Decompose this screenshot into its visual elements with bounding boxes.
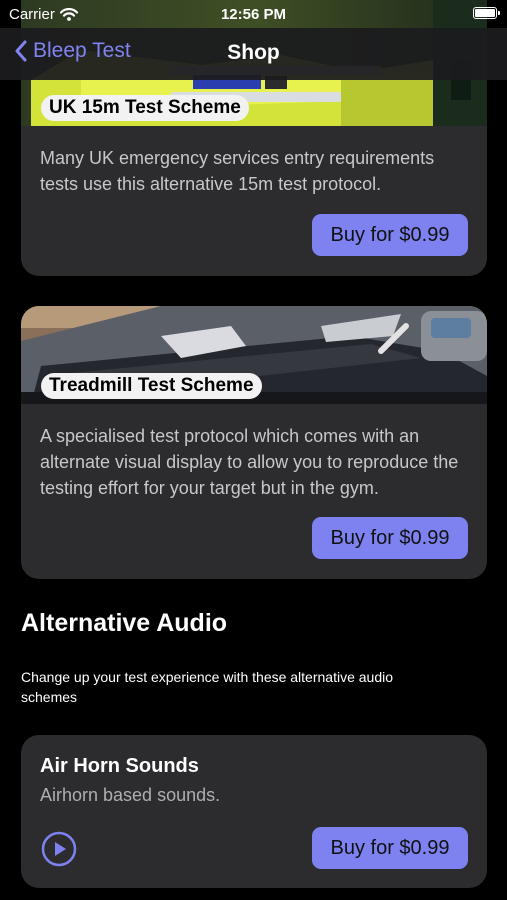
status-bar: Carrier 12:56 PM xyxy=(0,0,507,28)
page-title: Shop xyxy=(227,41,280,64)
battery-icon xyxy=(473,7,500,19)
scheme-banner-image: Treadmill Test Scheme xyxy=(21,306,487,404)
scheme-description: A specialised test protocol which comes … xyxy=(40,426,459,498)
navigation-bar: Bleep Test Shop xyxy=(0,28,507,80)
scheme-description: Many UK emergency services entry require… xyxy=(40,148,435,194)
buy-air-horn-button[interactable]: Buy for $0.99 xyxy=(312,827,468,869)
scheme-card-treadmill: Treadmill Test Scheme A specialised test… xyxy=(21,306,487,579)
play-circle-icon[interactable] xyxy=(41,831,77,867)
audio-card-air-horn: Air Horn Sounds Airhorn based sounds. Bu… xyxy=(21,735,487,888)
section-subtitle: Change up your test experience with thes… xyxy=(21,669,394,705)
buy-uk15m-button[interactable]: Buy for $0.99 xyxy=(312,214,468,256)
audio-item-title: Air Horn Sounds xyxy=(40,755,199,777)
scheme-title-badge: UK 15m Test Scheme xyxy=(41,95,249,121)
status-time: 12:56 PM xyxy=(220,6,287,23)
audio-item-description: Airhorn based sounds. xyxy=(40,785,221,805)
section-title-alternative-audio: Alternative Audio xyxy=(21,609,228,637)
scheme-title-badge: Treadmill Test Scheme xyxy=(41,373,262,399)
buy-treadmill-button[interactable]: Buy for $0.99 xyxy=(312,517,468,559)
